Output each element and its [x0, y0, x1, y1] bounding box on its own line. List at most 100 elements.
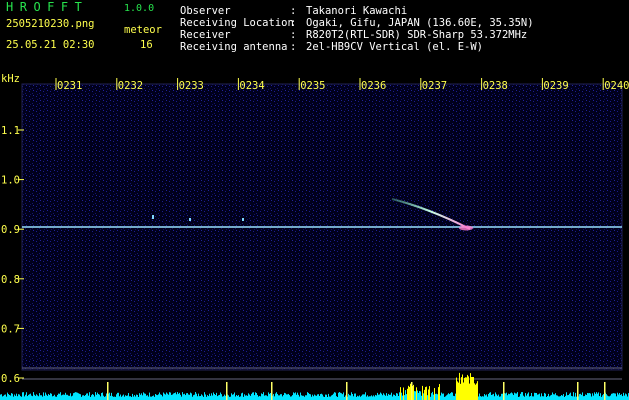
- level-bar: [570, 392, 571, 400]
- level-bar: [214, 394, 215, 400]
- level-bar: [49, 394, 50, 400]
- level-bar: [529, 396, 530, 400]
- level-bar: [622, 396, 623, 400]
- level-bar: [486, 394, 487, 400]
- level-bar: [97, 392, 98, 400]
- level-bar: [291, 396, 292, 400]
- level-bar: [101, 393, 102, 400]
- level-bar: [102, 392, 103, 400]
- level-bar: [141, 393, 142, 400]
- level-bar: [247, 395, 248, 400]
- level-bar: [623, 392, 624, 400]
- level-bar: [586, 394, 587, 400]
- blip-mark: [189, 218, 191, 221]
- level-bar: [539, 393, 540, 400]
- level-bar: [53, 395, 54, 400]
- level-bar: [471, 377, 472, 400]
- level-bar: [534, 392, 535, 400]
- level-bar: [225, 395, 226, 400]
- level-bar: [549, 396, 550, 400]
- level-bar: [584, 396, 585, 400]
- time-tick-label: 0237: [422, 80, 447, 92]
- level-bar: [319, 395, 320, 400]
- level-bar: [376, 395, 377, 400]
- level-bar: [41, 395, 42, 400]
- level-bar: [463, 382, 464, 400]
- level-bar: [277, 393, 278, 400]
- level-bar: [303, 395, 304, 400]
- receiver-separator: :: [290, 29, 297, 41]
- level-bar: [3, 395, 4, 400]
- level-bar: [58, 393, 59, 400]
- level-bar: [92, 394, 93, 400]
- level-bar: [439, 384, 440, 400]
- level-bar: [299, 396, 300, 400]
- level-bar: [423, 393, 424, 400]
- level-bar: [119, 396, 120, 400]
- level-bar: [579, 394, 580, 400]
- level-bar: [54, 394, 55, 400]
- level-bar: [329, 396, 330, 400]
- level-bar: [84, 395, 85, 400]
- level-bar: [118, 392, 119, 400]
- level-bar: [48, 393, 49, 400]
- level-bar: [422, 385, 423, 400]
- level-spike: [411, 382, 413, 400]
- level-bar: [402, 395, 403, 400]
- level-bar: [480, 396, 481, 400]
- level-bar: [527, 393, 528, 400]
- level-bar: [372, 396, 373, 400]
- level-bar: [617, 392, 618, 400]
- level-bar: [152, 396, 153, 400]
- level-bar: [616, 396, 617, 400]
- level-bar: [456, 377, 457, 400]
- level-bar: [153, 395, 154, 400]
- level-bar: [134, 394, 135, 400]
- level-bar: [467, 374, 468, 400]
- level-bar: [173, 393, 174, 400]
- level-bar: [615, 393, 616, 400]
- level-bar: [85, 395, 86, 400]
- level-bar: [410, 383, 411, 400]
- level-bar: [34, 394, 35, 400]
- level-bar: [140, 394, 141, 400]
- level-bar: [406, 394, 407, 400]
- level-bar: [123, 394, 124, 400]
- level-bar: [253, 392, 254, 400]
- level-bar: [426, 386, 427, 400]
- level-bar: [5, 394, 6, 400]
- level-bar: [520, 393, 521, 400]
- level-bar: [25, 394, 26, 400]
- level-bar: [405, 390, 406, 400]
- level-bar: [86, 393, 87, 400]
- level-bar: [491, 394, 492, 400]
- level-bar: [212, 395, 213, 400]
- level-bar: [589, 393, 590, 400]
- level-bar: [216, 392, 217, 400]
- level-bar: [428, 389, 429, 400]
- level-bar: [461, 377, 462, 400]
- level-bar: [510, 393, 511, 400]
- level-bar: [607, 395, 608, 400]
- level-bar: [99, 394, 100, 400]
- level-bar: [341, 393, 342, 400]
- level-bar: [339, 392, 340, 400]
- level-bar: [202, 395, 203, 400]
- level-bar: [361, 395, 362, 400]
- level-bar: [288, 393, 289, 400]
- level-bar: [73, 393, 74, 400]
- level-bar: [280, 394, 281, 400]
- level-bar: [507, 395, 508, 400]
- level-bar: [129, 396, 130, 400]
- level-bar: [127, 395, 128, 400]
- level-bar: [460, 383, 461, 400]
- level-bar: [598, 392, 599, 400]
- level-bar: [285, 393, 286, 400]
- level-bar: [174, 393, 175, 400]
- level-bar: [218, 395, 219, 400]
- level-bar: [391, 392, 392, 400]
- level-bar: [46, 394, 47, 400]
- level-bar: [36, 394, 37, 400]
- level-bar: [594, 392, 595, 400]
- receiver-label: Receiver: [180, 29, 231, 41]
